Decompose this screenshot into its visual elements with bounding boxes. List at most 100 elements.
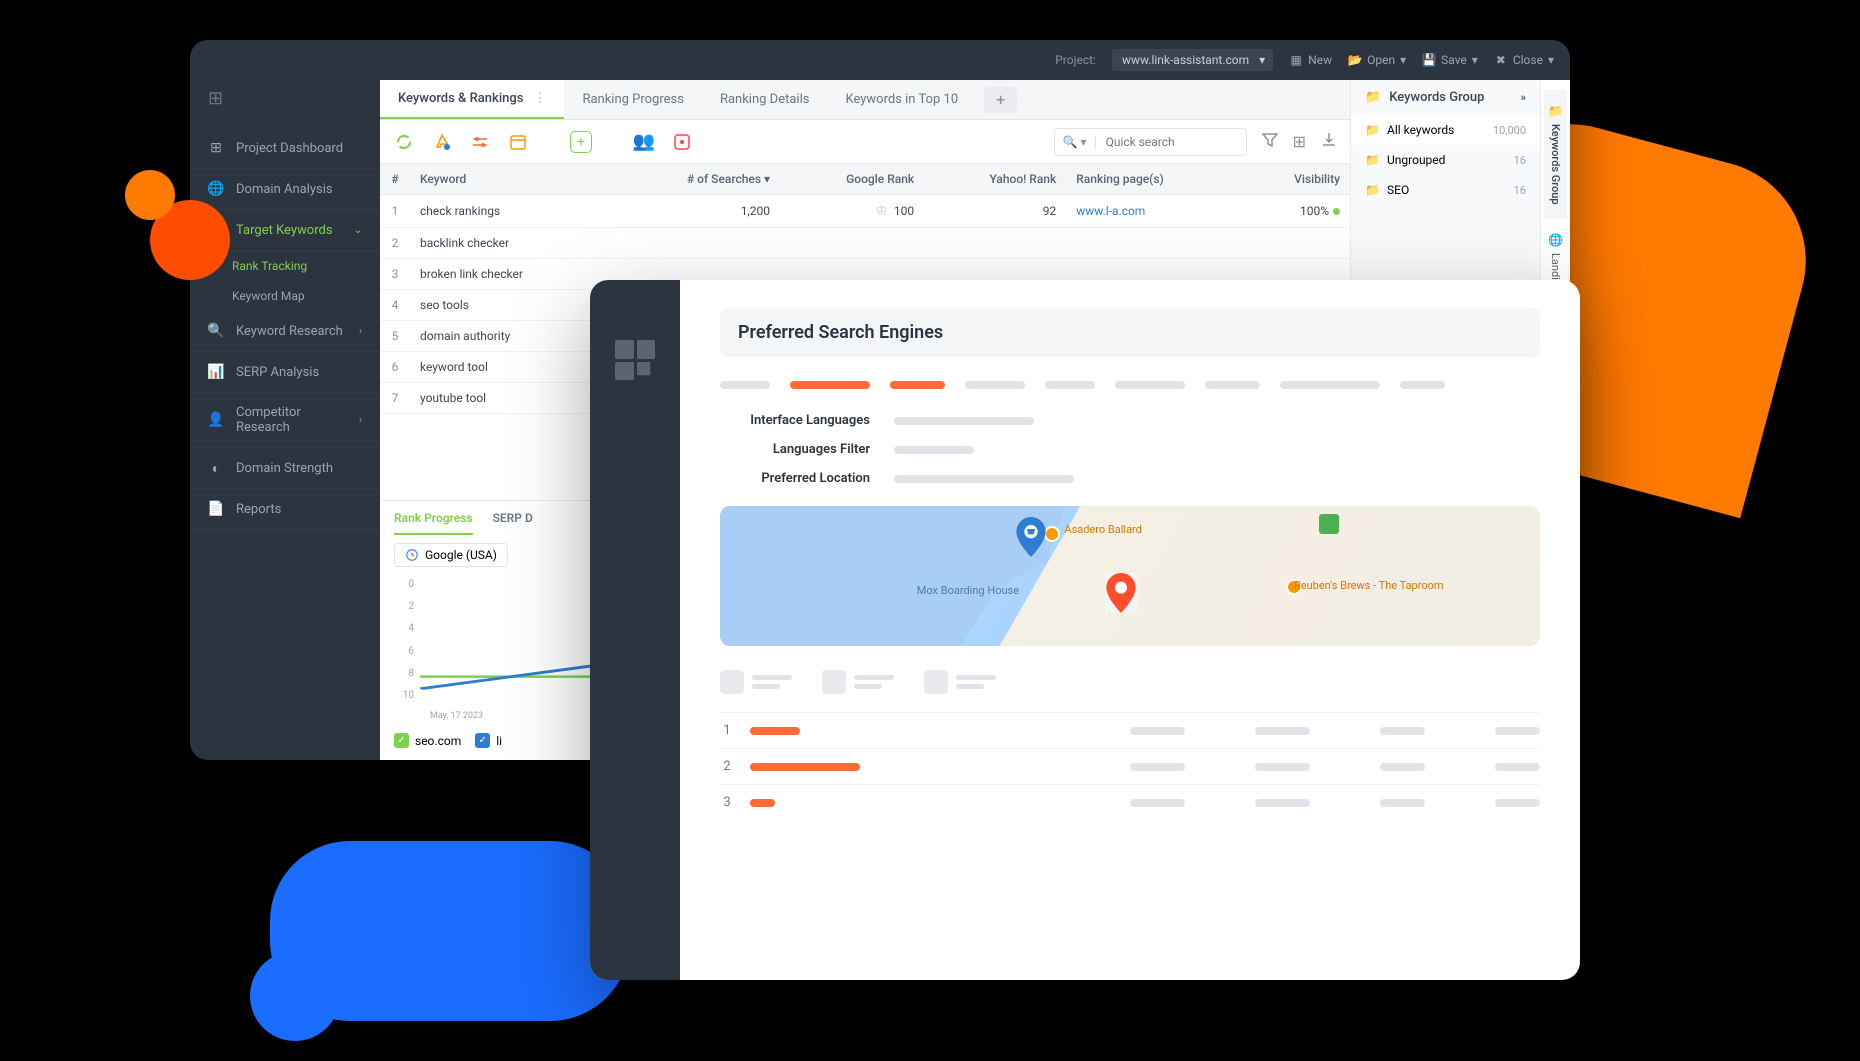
stop-icon[interactable] [670,130,694,154]
skeleton-tab[interactable] [1045,381,1095,389]
crown-icon: ♔ [875,203,888,219]
skeleton-tab[interactable] [965,381,1025,389]
legend-item[interactable]: ✓li [475,733,502,748]
table-row[interactable]: 2backlink checker [380,228,1350,259]
form-label: Preferred Location [720,471,870,486]
skeleton-tab[interactable] [1115,381,1185,389]
tool-a-icon[interactable] [430,130,454,154]
globe-icon: 🌐 [208,181,224,197]
bp-tab-rank-progress[interactable]: Rank Progress [394,511,473,535]
results-header [720,670,1540,694]
tab-ranking-progress[interactable]: Ranking Progress [564,80,702,119]
skeleton-tab[interactable] [1400,381,1445,389]
keyword-group-item[interactable]: 📁All keywords10,000 [1351,115,1540,145]
col-index[interactable]: # [380,164,410,195]
nav-competitor-research[interactable]: 👤Competitor Research› [190,393,380,448]
toolbar: + 👥 🔍 ▾ ⊞ [380,120,1350,164]
map-location-pin[interactable] [1105,573,1137,613]
search-engine-chip[interactable]: Google (USA) [394,543,508,567]
titlebar: Project: www.link-assistant.com ▦New 📂Op… [190,40,1570,80]
users-icon: 👤 [208,412,224,428]
skeleton-tab[interactable] [890,381,945,389]
collapse-icon[interactable]: » [1521,91,1526,104]
col-visibility[interactable]: Visibility [1242,164,1350,195]
legend-item[interactable]: ✓seo.com [394,733,461,748]
tab-keywords-rankings[interactable]: Keywords & Rankings⋮ [380,80,564,119]
result-bar [750,799,775,807]
grid-icon[interactable] [615,340,655,380]
skeleton-tab[interactable] [720,381,770,389]
search-input[interactable] [1096,135,1246,149]
chevron-down-icon: ⌄ [354,225,362,236]
open-button[interactable]: 📂Open ▾ [1348,53,1406,67]
nav-serp-analysis[interactable]: 📊SERP Analysis [190,352,380,393]
people-icon[interactable]: 👥 [632,130,656,154]
globe-icon: 🌐 [1548,233,1563,247]
skeleton-tab[interactable] [1205,381,1260,389]
col-keyword[interactable]: Keyword [410,164,611,195]
result-row[interactable]: 1 [720,712,1540,748]
nav-project-dashboard[interactable]: ⊞Project Dashboard [190,128,380,169]
nav-reports[interactable]: 📄Reports [190,489,380,530]
filter-icon[interactable] [1261,131,1279,153]
vert-tab-keywords-group[interactable]: 📁Keywords Group [1544,90,1567,219]
subnav-keyword-map[interactable]: Keyword Map [190,281,380,311]
result-row[interactable]: 3 [720,784,1540,820]
result-card-skeleton [720,670,792,694]
decor-orange-circle-2 [125,170,175,220]
project-select[interactable]: www.link-assistant.com [1112,49,1273,71]
sidebar: ⊞ ⊞Project Dashboard 🌐Domain Analysis 📈T… [190,80,380,760]
form-row: Languages Filter [720,442,1540,457]
tool-settings-icon[interactable] [468,130,492,154]
map-poi-label: Asadero Ballard [1064,523,1142,536]
right-panel-header: 📁 Keywords Group » [1351,80,1540,115]
form-value-skeleton[interactable] [894,446,974,454]
new-button[interactable]: ▦New [1289,53,1332,67]
bp-tab-serp[interactable]: SERP D [493,511,533,535]
nav-domain-analysis[interactable]: 🌐Domain Analysis [190,169,380,210]
keyword-group-item[interactable]: 📁SEO16 [1351,175,1540,205]
col-google[interactable]: Google Rank [780,164,924,195]
skeleton-tab[interactable] [1280,381,1380,389]
ranking-page-link[interactable]: www.l-a.com [1076,204,1145,218]
col-yahoo[interactable]: Yahoo! Rank [924,164,1066,195]
checkbox-icon: ✓ [394,733,409,748]
tab-menu-icon[interactable]: ⋮ [533,91,546,106]
nav-domain-strength[interactable]: ◐Domain Strength [190,448,380,489]
result-row[interactable]: 2 [720,748,1540,784]
project-label: Project: [1055,53,1096,67]
col-searches[interactable]: # of Searches ▾ [611,164,780,195]
chevron-right-icon: › [359,415,362,426]
table-row[interactable]: 1 check rankings 1,200 ♔ 100 92 www.l-a.… [380,195,1350,228]
grid-icon[interactable]: ⊞ [1293,132,1306,151]
refresh-icon[interactable] [392,130,416,154]
map-poi-icon [1319,514,1339,534]
folder-icon: 📁 [1548,104,1563,118]
skeleton-tab[interactable] [790,381,870,389]
location-map[interactable]: Mox Boarding House Asadero Ballard Reube… [720,506,1540,646]
add-button[interactable]: + [570,131,592,153]
keyword-group-item[interactable]: 📁Ungrouped16 [1351,145,1540,175]
checkbox-icon: ✓ [475,733,490,748]
search-dropdown-icon[interactable]: 🔍 ▾ [1055,135,1096,149]
form-value-skeleton[interactable] [894,417,1034,425]
download-icon[interactable] [1320,131,1338,153]
close-button[interactable]: ✖Close ▾ [1494,53,1554,67]
dashboard-icon: ⊞ [208,140,224,156]
new-icon: ▦ [1289,53,1303,67]
bars-icon: 📊 [208,364,224,380]
form-label: Languages Filter [720,442,870,457]
calendar-icon[interactable] [506,130,530,154]
save-icon: 💾 [1422,53,1436,67]
tab-keywords-top10[interactable]: Keywords in Top 10 [827,80,976,119]
nav-keyword-research[interactable]: 🔍Keyword Research› [190,311,380,352]
tab-add-button[interactable]: + [984,87,1017,113]
app-logo: ⊞ [190,88,380,116]
preferences-modal: Preferred Search Engines Interface Langu… [590,280,1580,980]
map-poi-label: Reuben's Brews - The Taproom [1294,579,1444,592]
save-button[interactable]: 💾Save ▾ [1422,53,1478,67]
tab-ranking-details[interactable]: Ranking Details [702,80,828,119]
col-pages[interactable]: Ranking page(s) [1066,164,1242,195]
status-dot [1333,208,1340,215]
form-value-skeleton[interactable] [894,475,1074,483]
